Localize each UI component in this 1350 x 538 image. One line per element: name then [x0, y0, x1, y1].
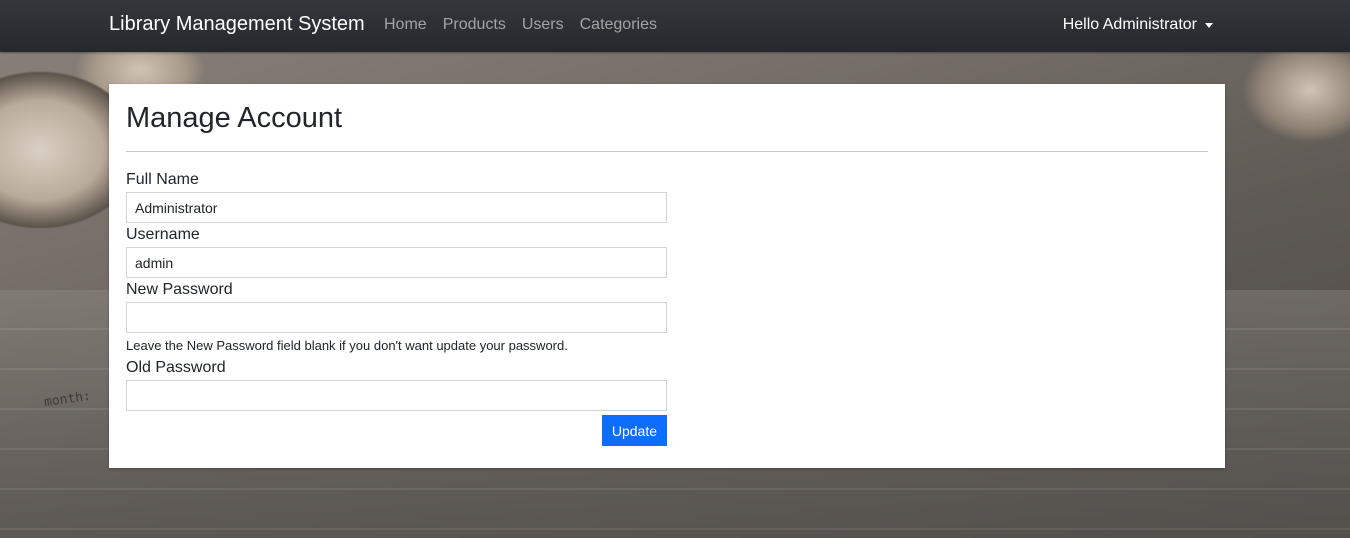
nav-link-users[interactable]: Users — [522, 16, 564, 34]
account-form: Full Name Username New Password Leave th… — [126, 170, 667, 446]
username-label: Username — [126, 226, 200, 243]
navbar: Library Management System Home Products … — [0, 0, 1350, 52]
username-input[interactable] — [126, 247, 667, 278]
old-password-label: Old Password — [126, 359, 226, 376]
new-password-help-text: Leave the New Password field blank if yo… — [126, 338, 568, 353]
page-title: Manage Account — [126, 102, 343, 134]
user-menu-dropdown[interactable]: Hello Administrator — [1063, 16, 1213, 34]
brand-link[interactable]: Library Management System — [109, 13, 365, 36]
nav-links: Home Products Users Categories — [384, 16, 657, 34]
new-password-input[interactable] — [126, 302, 667, 333]
new-password-label: New Password — [126, 281, 233, 298]
nav-link-home[interactable]: Home — [384, 16, 427, 34]
nav-link-categories[interactable]: Categories — [580, 16, 657, 34]
manage-account-card: Manage Account Full Name Username New Pa… — [109, 84, 1225, 468]
caret-down-icon — [1205, 22, 1213, 28]
full-name-input[interactable] — [126, 192, 667, 223]
update-button[interactable]: Update — [601, 415, 667, 446]
form-actions: Update — [126, 415, 667, 446]
full-name-label: Full Name — [126, 171, 199, 188]
old-password-input[interactable] — [126, 380, 667, 411]
divider — [126, 151, 1208, 152]
user-menu-label: Hello Administrator — [1062, 16, 1197, 33]
nav-link-products[interactable]: Products — [443, 16, 506, 34]
